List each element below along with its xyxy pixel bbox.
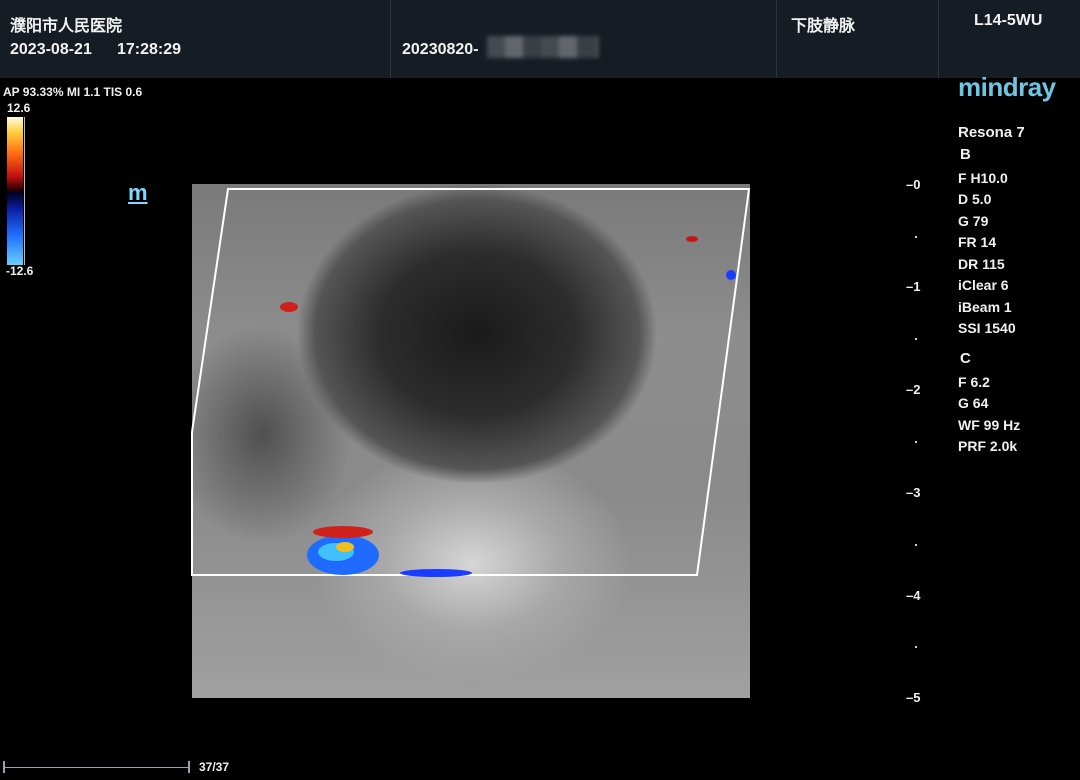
depth-minor-tick [915, 646, 917, 648]
doppler-red-spot [280, 302, 298, 312]
depth-minor-tick [915, 236, 917, 238]
depth-minor-tick [915, 441, 917, 443]
doppler-blue-flow [400, 569, 472, 577]
depth-label: –4 [906, 588, 921, 603]
color-roi-box [191, 188, 751, 576]
depth-label: –0 [906, 177, 921, 192]
cine-end-handle[interactable] [188, 761, 190, 773]
doppler-red-spot [686, 236, 698, 242]
depth-label: –2 [906, 382, 921, 397]
doppler-blue-spot [726, 270, 736, 280]
cine-start-handle[interactable] [3, 761, 5, 773]
doppler-red-flow [313, 526, 373, 538]
cine-progress-bar[interactable] [4, 767, 190, 768]
depth-label: –5 [906, 690, 921, 705]
depth-label: –1 [906, 279, 921, 294]
depth-minor-tick [915, 338, 917, 340]
depth-minor-tick [915, 544, 917, 546]
doppler-aliasing [336, 542, 354, 552]
depth-label: –3 [906, 485, 921, 500]
cine-frame-counter: 37/37 [199, 760, 230, 774]
